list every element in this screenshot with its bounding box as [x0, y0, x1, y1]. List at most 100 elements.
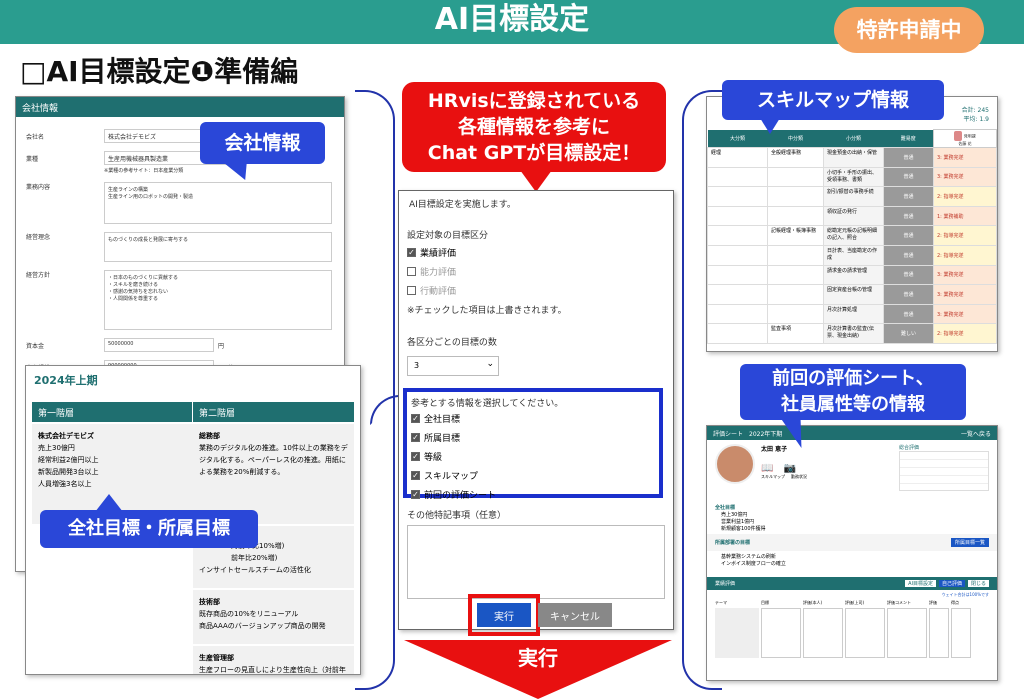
field-philosophy: 経営理念 ものづくりの成長と発展に寄与する — [26, 232, 334, 262]
skill-major — [707, 205, 768, 227]
philosophy-textarea[interactable]: ものづくりの成長と発展に寄与する — [104, 232, 332, 262]
eval-col-header: テーマ — [715, 600, 727, 605]
dept-goal: インサイトセールスチームの活性化 — [199, 566, 311, 574]
company-goal: 経常利益2億円以上 — [38, 456, 99, 464]
checkbox-icon[interactable]: ✓ — [407, 248, 416, 257]
skill-score[interactable]: 2: 指導完遂 — [933, 323, 997, 344]
skill-major — [707, 186, 768, 207]
skill-minor: 月次計算処理 — [823, 303, 884, 325]
skill-major: 経理 — [707, 147, 768, 168]
target-checkbox-ability[interactable]: 能力評価 — [399, 262, 673, 281]
eval-callout-line: 社員属性等の情報 — [781, 394, 925, 415]
dept-goal: 商品AAAのバージョンアップ商品の開発 — [199, 622, 326, 630]
dept-name: 生産管理部 — [199, 654, 235, 662]
skill-level: 普通 — [883, 225, 934, 246]
skill-score[interactable]: 3: 業務完遂 — [933, 166, 997, 188]
other-label: その他特記事項（任意） — [407, 511, 507, 521]
company-goal: 人員増強3名以上 — [38, 480, 92, 488]
skill-level: 普通 — [883, 205, 934, 227]
checkbox-label: 等級 — [424, 453, 443, 463]
capital-input[interactable]: 50000000 — [104, 338, 214, 352]
skill-level: 普通 — [883, 264, 934, 286]
skill-score[interactable]: 2: 指導完遂 — [933, 225, 997, 246]
attendance-link[interactable]: 勤務状況 — [791, 474, 807, 480]
ref-checkbox[interactable]: ✓ 等級 — [411, 447, 655, 466]
field-label: 業務内容 — [26, 184, 51, 191]
skill-score[interactable]: 2: 指導完遂 — [933, 244, 997, 266]
target-checkbox-behavior[interactable]: 行動評価 — [399, 281, 673, 300]
tab-self[interactable]: 自己評価 — [938, 580, 965, 587]
patent-badge: 特許申請中 — [834, 7, 984, 53]
skill-minor: 総勘定元帳の記帳明細の記入、照合 — [823, 225, 884, 246]
eval-col-header: 目標 — [761, 600, 769, 605]
target-checkbox-performance[interactable]: ✓ 業績評価 — [399, 243, 673, 262]
tab-ai[interactable]: AI目標設定 — [905, 580, 936, 587]
rating-cell[interactable] — [929, 608, 949, 658]
skill-middle — [767, 186, 824, 207]
skill-score[interactable]: 1: 業務補助 — [933, 205, 997, 227]
skill-score[interactable]: 3: 業務完遂 — [933, 147, 997, 168]
skillmap-header: 大分類 中分類 小分類 難易度 発明課 佐藤 花 — [707, 129, 997, 148]
skill-score[interactable]: 3: 業務完遂 — [933, 303, 997, 325]
skill-score[interactable]: 3: 業務完遂 — [933, 284, 997, 305]
checkbox-icon[interactable]: ✓ — [411, 433, 420, 442]
checkbox-icon[interactable] — [407, 286, 416, 295]
book-icon[interactable]: 📖 — [761, 463, 773, 474]
dept-cell: 生産管理部 生産フローの見直しにより生産性向上（対前年 — [193, 646, 354, 674]
skill-middle — [767, 284, 824, 305]
skill-minor: 日計表、当座勘定の作成 — [823, 244, 884, 266]
hrvis-line: HRvisに登録されている — [427, 90, 641, 112]
checkbox-icon[interactable]: ✓ — [411, 490, 420, 499]
camera-icon[interactable]: 📷 — [783, 463, 795, 474]
skill-level: 普通 — [883, 303, 934, 325]
skillmap-link[interactable]: スキルマップ — [761, 474, 785, 480]
checkbox-icon[interactable]: ✓ — [411, 414, 420, 423]
skill-level: 普通 — [883, 284, 934, 305]
boss-eval-cell[interactable] — [845, 608, 885, 658]
checkbox-icon[interactable]: ✓ — [411, 471, 420, 480]
checkbox-icon[interactable]: ✓ — [411, 452, 420, 461]
eval-dept-goals-header: 所属部署の目標 所属目標一覧 — [707, 534, 997, 551]
skill-level: 普通 — [883, 147, 934, 168]
ref-checkbox[interactable]: ✓ 所属目標 — [411, 428, 655, 447]
other-textarea[interactable] — [407, 525, 665, 599]
field-label: 経営理念 — [26, 234, 51, 241]
ref-checkbox[interactable]: ✓ 全社目標 — [411, 409, 655, 428]
col-major: 大分類 — [729, 135, 745, 142]
eval-period: 2022年下期 — [749, 430, 783, 438]
run-button[interactable]: 実行 — [477, 603, 531, 627]
self-eval-cell[interactable] — [803, 608, 843, 658]
hrvis-callout: HRvisに登録されている 各種情報を参考に Chat GPTが目標設定！ — [402, 82, 666, 172]
skill-minor: 固定資産台帳の管理 — [823, 284, 884, 305]
company-info-callout: 会社情報 — [200, 122, 325, 164]
close-button[interactable]: 閉じる — [967, 580, 989, 587]
page-title: AI目標設定 — [434, 2, 590, 37]
skill-major — [707, 323, 768, 344]
skill-score[interactable]: 3: 業務完遂 — [933, 264, 997, 286]
skillmap-table: 大分類 中分類 小分類 難易度 発明課 佐藤 花 経理 全般経理事務 現金預金の出納・… — [707, 129, 997, 344]
dept-goal: 生産フローの見直しにより生産性向上（対前年 — [199, 666, 346, 674]
goals-table-header: 第一階層 第二階層 — [32, 402, 354, 422]
checkbox-label: 行動評価 — [420, 287, 457, 297]
cancel-button[interactable]: キャンセル — [538, 603, 612, 627]
ref-checkbox[interactable]: ✓ スキルマップ — [411, 466, 655, 485]
skillmap-callout-tail — [760, 118, 780, 134]
dept-goals-button[interactable]: 所属目標一覧 — [950, 538, 989, 547]
comment-cell[interactable] — [887, 608, 927, 658]
checkbox-icon[interactable] — [407, 267, 416, 276]
business-textarea[interactable]: 生産ラインの構築 生産ライン用のロボットの開発・製造 — [104, 182, 332, 224]
eval-company-goals: 全社目標 売上30億円 営業利益1億円 新規顧客100件獲得 — [715, 505, 766, 532]
eval-title: 評価シート — [713, 430, 744, 438]
checkbox-label: 前回の評価シート — [424, 491, 497, 501]
avatar — [715, 444, 755, 484]
field-label: 経営方針 — [26, 272, 51, 279]
skill-minor: 請求金の請求管理 — [823, 264, 884, 286]
count-select[interactable]: 3 ⌄ — [407, 356, 499, 376]
policy-textarea[interactable]: ・日本のものづくりに貢献する ・スキルを磨き続ける ・感謝の気持ちを忘れない ・… — [104, 270, 332, 330]
eval-employee: 太田 恵子 📖 📷 スキルマップ 勤務状況 — [761, 446, 807, 480]
hrvis-callout-tail — [520, 170, 552, 192]
back-link[interactable]: 一覧へ戻る — [961, 429, 991, 438]
score-cell[interactable] — [951, 608, 971, 658]
skill-score[interactable]: 2: 指導完遂 — [933, 186, 997, 207]
goal-cell[interactable] — [761, 608, 801, 658]
